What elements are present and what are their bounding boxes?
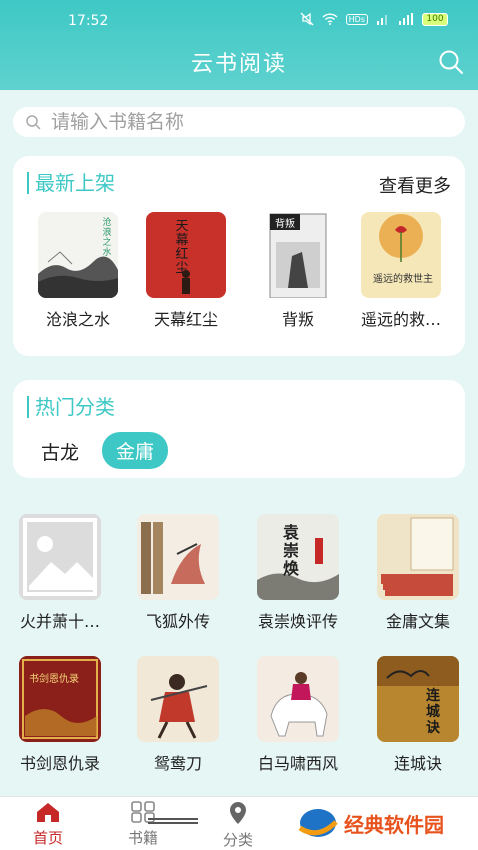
cover-title: 袁崇焕 bbox=[283, 523, 300, 578]
book-item[interactable]: 遥远的救世主 遥远的救… bbox=[361, 212, 441, 330]
mute-icon bbox=[300, 12, 314, 26]
book-title: 火并萧十… bbox=[19, 612, 100, 631]
book-item[interactable]: 鸳鸯刀 bbox=[123, 656, 233, 774]
book-item[interactable]: 书剑恩仇录 书剑恩仇录 bbox=[5, 656, 115, 774]
status-bar: 17:52 HDs 100 bbox=[0, 0, 478, 40]
location-pin-icon bbox=[230, 802, 246, 824]
view-more-link[interactable]: 查看更多 bbox=[379, 172, 451, 198]
book-item[interactable]: 袁崇焕 袁崇焕评传 bbox=[243, 514, 353, 632]
cover-title: 沧浪之水 bbox=[102, 218, 112, 258]
nav-item-category[interactable]: 分类 bbox=[208, 801, 268, 850]
book-cover bbox=[137, 656, 219, 742]
book-item[interactable]: 金庸文集 bbox=[363, 514, 473, 632]
book-cover bbox=[257, 656, 339, 742]
book-cover: 袁崇焕 bbox=[257, 514, 339, 600]
book-item[interactable]: 火并萧十… bbox=[5, 514, 115, 632]
book-title: 袁崇焕评传 bbox=[257, 612, 338, 631]
wifi-icon bbox=[322, 13, 338, 25]
category-tag-jinyong[interactable]: 金庸 bbox=[102, 432, 169, 469]
cover-title: 遥远的救世主 bbox=[373, 274, 433, 285]
book-cover: 背叛 bbox=[258, 212, 338, 298]
cover-title: 连城诀 bbox=[426, 688, 440, 736]
book-cover: 书剑恩仇录 bbox=[19, 656, 101, 742]
page-title: 云书阅读 bbox=[190, 52, 287, 77]
battery-icon: 100 bbox=[422, 12, 448, 26]
book-cover: 天幕红尘 bbox=[146, 212, 226, 298]
book-cover: 沧浪之水 bbox=[38, 212, 118, 298]
app-header: 17:52 HDs 100 云书阅读 bbox=[0, 0, 478, 90]
book-title: 飞狐外传 bbox=[145, 612, 210, 631]
book-title: 白马啸西风 bbox=[257, 754, 338, 773]
search-input[interactable] bbox=[51, 111, 431, 133]
book-cover: 遥远的救世主 bbox=[361, 212, 441, 298]
home-icon bbox=[37, 803, 59, 822]
book-title: 书剑恩仇录 bbox=[19, 754, 100, 773]
search-input-icon bbox=[26, 115, 41, 130]
nav-label-books: 书籍 bbox=[127, 829, 158, 847]
book-cover bbox=[377, 514, 459, 600]
watermark-text: 经典软件园 bbox=[344, 812, 444, 837]
section-title-new: 最新上架 bbox=[27, 172, 115, 194]
cover-title: 背叛 bbox=[275, 219, 295, 230]
book-title: 金庸文集 bbox=[385, 612, 450, 631]
status-icons: HDs 100 bbox=[300, 12, 448, 26]
new-arrivals-section: 最新上架 查看更多 沧浪之水 沧浪之水 天幕红尘 天幕红尘 背叛 背叛 遥远的救… bbox=[13, 156, 465, 356]
book-title: 鸳鸯刀 bbox=[153, 754, 202, 773]
placeholder-image-icon bbox=[19, 514, 101, 600]
section-title-hot: 热门分类 bbox=[27, 396, 115, 418]
watermark-icon bbox=[298, 809, 338, 837]
book-title: 遥远的救… bbox=[361, 310, 442, 329]
book-cover: 连城诀 bbox=[377, 656, 459, 742]
nav-label-category: 分类 bbox=[222, 831, 253, 849]
nav-item-home[interactable]: 首页 bbox=[18, 801, 78, 848]
book-title: 背叛 bbox=[281, 310, 314, 329]
search-bar[interactable] bbox=[13, 107, 465, 137]
book-item[interactable]: 飞狐外传 bbox=[123, 514, 233, 632]
search-icon[interactable] bbox=[438, 49, 464, 75]
watermark-logo: 经典软件园 bbox=[298, 806, 444, 840]
gesture-bar-icon bbox=[148, 818, 198, 824]
hot-category-section: 热门分类 古龙 金庸 bbox=[13, 380, 465, 478]
book-cover bbox=[137, 514, 219, 600]
nav-item-books[interactable]: 书籍 bbox=[113, 801, 173, 848]
book-title: 连城诀 bbox=[393, 754, 442, 773]
category-tag-gulong[interactable]: 古龙 bbox=[41, 438, 79, 465]
cover-title: 书剑恩仇录 bbox=[29, 674, 79, 685]
book-title: 天幕红尘 bbox=[153, 310, 218, 329]
book-item[interactable]: 白马啸西风 bbox=[243, 656, 353, 774]
book-item[interactable]: 连城诀 连城诀 bbox=[363, 656, 473, 774]
status-time: 17:52 bbox=[68, 13, 109, 29]
book-item[interactable]: 背叛 背叛 bbox=[258, 212, 338, 330]
book-item[interactable]: 天幕红尘 天幕红尘 bbox=[146, 212, 226, 330]
book-item[interactable]: 沧浪之水 沧浪之水 bbox=[38, 212, 118, 330]
signal-4g-icon bbox=[399, 13, 413, 25]
signal-icon bbox=[377, 15, 387, 25]
nav-label-home: 首页 bbox=[32, 829, 63, 847]
book-title: 沧浪之水 bbox=[45, 310, 110, 329]
network-badge: HDs bbox=[345, 13, 368, 25]
